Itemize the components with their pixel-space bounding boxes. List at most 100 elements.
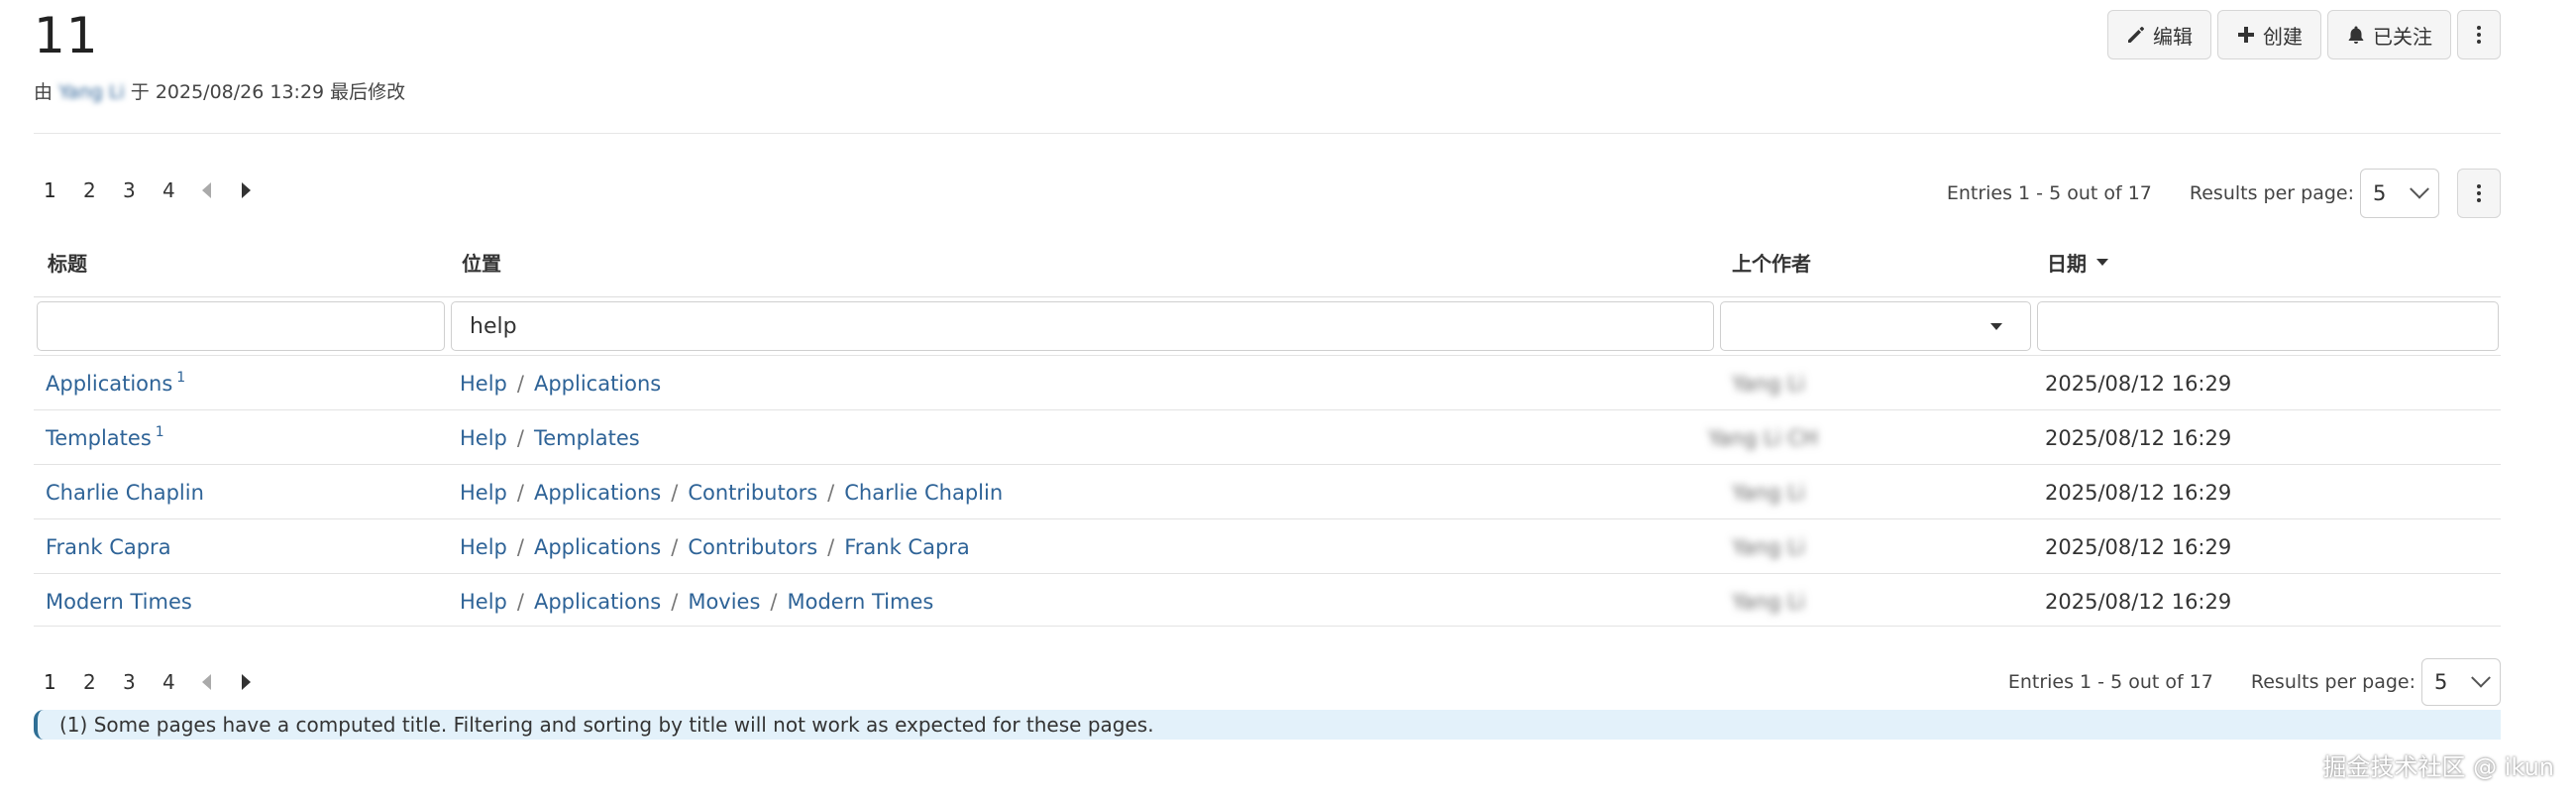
row-date: 2025/08/12 16:29 bbox=[2045, 480, 2232, 505]
page-link-1[interactable]: 1 bbox=[44, 178, 83, 202]
pagination-top: 1 2 3 4 bbox=[44, 178, 281, 202]
row-title-link[interactable]: Frank Capra bbox=[46, 535, 171, 559]
notice-text: (1) Some pages have a computed title. Fi… bbox=[59, 713, 1154, 737]
row-author[interactable]: Yang Li CH bbox=[1708, 410, 1818, 465]
table-options-button[interactable] bbox=[2457, 169, 2501, 218]
watch-button-label: 已关注 bbox=[2373, 24, 2432, 49]
computed-title-note[interactable]: 1 bbox=[176, 370, 185, 386]
row-location-breadcrumb: Help / Applications / Contributors / Charlie C… bbox=[460, 480, 1004, 505]
row-author[interactable]: Yang Li bbox=[1732, 574, 1805, 629]
table-row: Templates 1 Help / Templates Yang Li CH 202… bbox=[34, 409, 2501, 465]
page-link-2[interactable]: 2 bbox=[83, 670, 123, 694]
row-location-breadcrumb: Help / Applications bbox=[460, 371, 662, 396]
column-header-title[interactable]: 标题 bbox=[48, 248, 87, 277]
row-location-breadcrumb: Help / Applications / Movies / Modern Times bbox=[460, 589, 934, 614]
pagination-bottom: 1 2 3 4 bbox=[44, 670, 281, 694]
next-page-icon[interactable] bbox=[242, 674, 281, 690]
row-author[interactable]: Yang Li bbox=[1732, 519, 1805, 574]
page-link-4[interactable]: 4 bbox=[162, 178, 202, 202]
entries-count: Entries 1 - 5 out of 17 bbox=[1946, 182, 2152, 204]
page-link-1[interactable]: 1 bbox=[44, 670, 83, 694]
table-bottom-divider bbox=[34, 626, 2501, 627]
breadcrumb-link[interactable]: Help bbox=[460, 372, 507, 396]
breadcrumb-link[interactable]: Movies bbox=[688, 590, 760, 614]
header-divider bbox=[34, 133, 2501, 134]
more-actions-button[interactable] bbox=[2457, 10, 2501, 59]
row-title-link[interactable]: Modern Times bbox=[46, 590, 192, 614]
create-button-label: 创建 bbox=[2263, 24, 2303, 49]
edit-button-label: 编辑 bbox=[2153, 24, 2193, 49]
row-title-link[interactable]: Applications bbox=[46, 372, 172, 396]
results-per-page-value: 5 bbox=[2434, 670, 2448, 694]
pagination-info-top: Entries 1 - 5 out of 17 Results per page… bbox=[1947, 169, 2439, 218]
meta-middle: 于 bbox=[130, 81, 150, 103]
previous-page-icon[interactable] bbox=[202, 182, 242, 198]
row-title-link[interactable]: Charlie Chaplin bbox=[46, 481, 204, 505]
date-filter-input[interactable] bbox=[2037, 301, 2499, 351]
author-link[interactable]: Yang Li bbox=[58, 81, 125, 103]
caret-down-icon bbox=[1990, 323, 2002, 330]
author-filter-select[interactable] bbox=[1720, 301, 2031, 351]
last-modified-info: 由 Yang Li 于 2025/08/26 13:29 最后修改 bbox=[34, 77, 405, 104]
breadcrumb-link[interactable]: Frank Capra bbox=[844, 535, 970, 559]
row-title-link[interactable]: Templates bbox=[46, 426, 152, 450]
row-author[interactable]: Yang Li bbox=[1732, 465, 1805, 519]
header-divider bbox=[34, 296, 2501, 297]
breadcrumb-link[interactable]: Applications bbox=[534, 481, 661, 505]
page-link-4[interactable]: 4 bbox=[162, 670, 202, 694]
row-author[interactable]: Yang Li bbox=[1732, 356, 1805, 410]
vertical-dots-icon bbox=[2477, 26, 2481, 44]
page-link-3[interactable]: 3 bbox=[123, 670, 162, 694]
vertical-dots-icon bbox=[2477, 184, 2481, 202]
column-header-author[interactable]: 上个作者 bbox=[1732, 248, 1811, 277]
results-per-page-select[interactable]: 5 bbox=[2360, 169, 2439, 218]
breadcrumb-link[interactable]: Help bbox=[460, 481, 507, 505]
pencil-icon bbox=[2128, 27, 2144, 43]
breadcrumb-link[interactable]: Charlie Chaplin bbox=[844, 481, 1003, 505]
column-header-title-label: 标题 bbox=[48, 252, 87, 276]
breadcrumb-link[interactable]: Help bbox=[460, 535, 507, 559]
row-date: 2025/08/12 16:29 bbox=[2045, 534, 2232, 559]
column-header-location[interactable]: 位置 bbox=[462, 248, 501, 277]
computed-title-note[interactable]: 1 bbox=[156, 424, 164, 440]
pagination-info-bottom: Entries 1 - 5 out of 17 Results per page… bbox=[2008, 658, 2501, 706]
location-filter-input[interactable] bbox=[451, 301, 1714, 351]
breadcrumb-link[interactable]: Modern Times bbox=[788, 590, 934, 614]
table-row: Applications 1 Help / Applications Yang Li … bbox=[34, 355, 2501, 410]
plus-icon bbox=[2238, 27, 2254, 43]
meta-prefix: 由 bbox=[34, 81, 54, 103]
next-page-icon[interactable] bbox=[242, 182, 281, 198]
create-button[interactable]: 创建 bbox=[2217, 10, 2321, 59]
previous-page-icon[interactable] bbox=[202, 674, 242, 690]
results-per-page-label: Results per page: bbox=[2250, 671, 2415, 693]
column-header-date-label: 日期 bbox=[2047, 252, 2087, 276]
breadcrumb-link[interactable]: Applications bbox=[534, 590, 661, 614]
table-row: Modern Times Help / Applications / Movies / Mo… bbox=[34, 573, 2501, 629]
column-header-author-label: 上个作者 bbox=[1732, 252, 1811, 276]
meta-timestamp: 2025/08/26 13:29 bbox=[155, 81, 325, 103]
breadcrumb-link[interactable]: Contributors bbox=[688, 481, 817, 505]
breadcrumb-link[interactable]: Applications bbox=[534, 372, 661, 396]
watch-button[interactable]: 已关注 bbox=[2327, 10, 2451, 59]
computed-title-notice: (1) Some pages have a computed title. Fi… bbox=[34, 710, 2501, 740]
breadcrumb-link[interactable]: Help bbox=[460, 426, 507, 450]
row-location-breadcrumb: Help / Templates bbox=[460, 425, 640, 450]
chevron-down-icon bbox=[2410, 178, 2429, 199]
entries-count: Entries 1 - 5 out of 17 bbox=[2007, 671, 2213, 693]
page-link-2[interactable]: 2 bbox=[83, 178, 123, 202]
row-date: 2025/08/12 16:29 bbox=[2045, 589, 2232, 614]
results-per-page-label: Results per page: bbox=[2189, 182, 2354, 204]
results-per-page-select[interactable]: 5 bbox=[2421, 658, 2501, 706]
edit-button[interactable]: 编辑 bbox=[2107, 10, 2211, 59]
breadcrumb-link[interactable]: Help bbox=[460, 590, 507, 614]
breadcrumb-link[interactable]: Applications bbox=[534, 535, 661, 559]
page-actions: 编辑 创建 已关注 bbox=[2107, 10, 2501, 59]
row-date: 2025/08/12 16:29 bbox=[2045, 371, 2232, 396]
row-location-breadcrumb: Help / Applications / Contributors / Frank Cap… bbox=[460, 534, 970, 559]
title-filter-input[interactable] bbox=[37, 301, 445, 351]
column-header-date[interactable]: 日期 bbox=[2047, 248, 2108, 277]
meta-suffix: 最后修改 bbox=[330, 81, 406, 103]
breadcrumb-link[interactable]: Templates bbox=[534, 426, 640, 450]
page-link-3[interactable]: 3 bbox=[123, 178, 162, 202]
breadcrumb-link[interactable]: Contributors bbox=[688, 535, 817, 559]
